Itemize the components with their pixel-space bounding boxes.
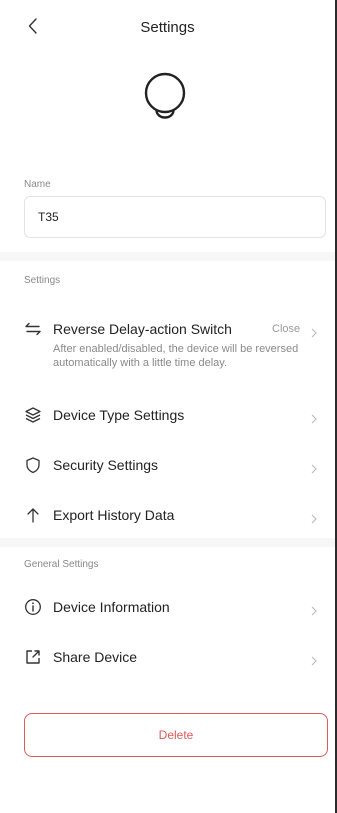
top-bar: Settings xyxy=(0,0,335,56)
reverse-delay-switch-label: Reverse Delay-action Switch xyxy=(53,321,232,337)
chevron-right-icon xyxy=(310,603,318,616)
swap-arrows-icon xyxy=(24,320,42,338)
chevron-right-icon xyxy=(310,411,318,424)
layers-icon xyxy=(24,406,42,424)
device-icon xyxy=(142,68,188,142)
arrow-up-icon xyxy=(24,506,42,524)
page-title: Settings xyxy=(140,19,195,36)
chevron-right-icon xyxy=(310,325,318,338)
name-label: Name xyxy=(24,179,51,190)
info-icon xyxy=(24,598,42,616)
security-settings-row[interactable]: Security Settings xyxy=(0,445,335,485)
export-history-data-label: Export History Data xyxy=(53,507,175,523)
device-type-settings-label: Device Type Settings xyxy=(53,407,185,423)
export-history-data-row[interactable]: Export History Data xyxy=(0,495,335,535)
chevron-right-icon xyxy=(310,511,318,524)
reverse-delay-switch-description: After enabled/disabled, the device will … xyxy=(53,343,299,369)
shield-icon xyxy=(24,456,42,474)
section-divider xyxy=(0,538,335,547)
share-device-row[interactable]: Share Device xyxy=(0,637,335,677)
security-settings-label: Security Settings xyxy=(53,457,159,473)
device-information-label: Device Information xyxy=(53,599,170,615)
share-icon xyxy=(24,648,42,666)
chevron-right-icon xyxy=(310,653,318,666)
device-name-input[interactable] xyxy=(24,196,326,238)
section-divider xyxy=(0,252,335,261)
chevron-right-icon xyxy=(310,461,318,474)
general-section-label: General Settings xyxy=(24,559,99,570)
reverse-delay-switch-value: Close xyxy=(272,323,301,335)
settings-section-label: Settings xyxy=(24,275,61,286)
share-device-label: Share Device xyxy=(53,649,138,665)
device-type-settings-row[interactable]: Device Type Settings xyxy=(0,395,335,435)
device-information-row[interactable]: Device Information xyxy=(0,587,335,627)
reverse-delay-switch-row[interactable]: Reverse Delay-action Switch Close After … xyxy=(0,312,335,392)
delete-button[interactable]: Delete xyxy=(24,713,328,757)
